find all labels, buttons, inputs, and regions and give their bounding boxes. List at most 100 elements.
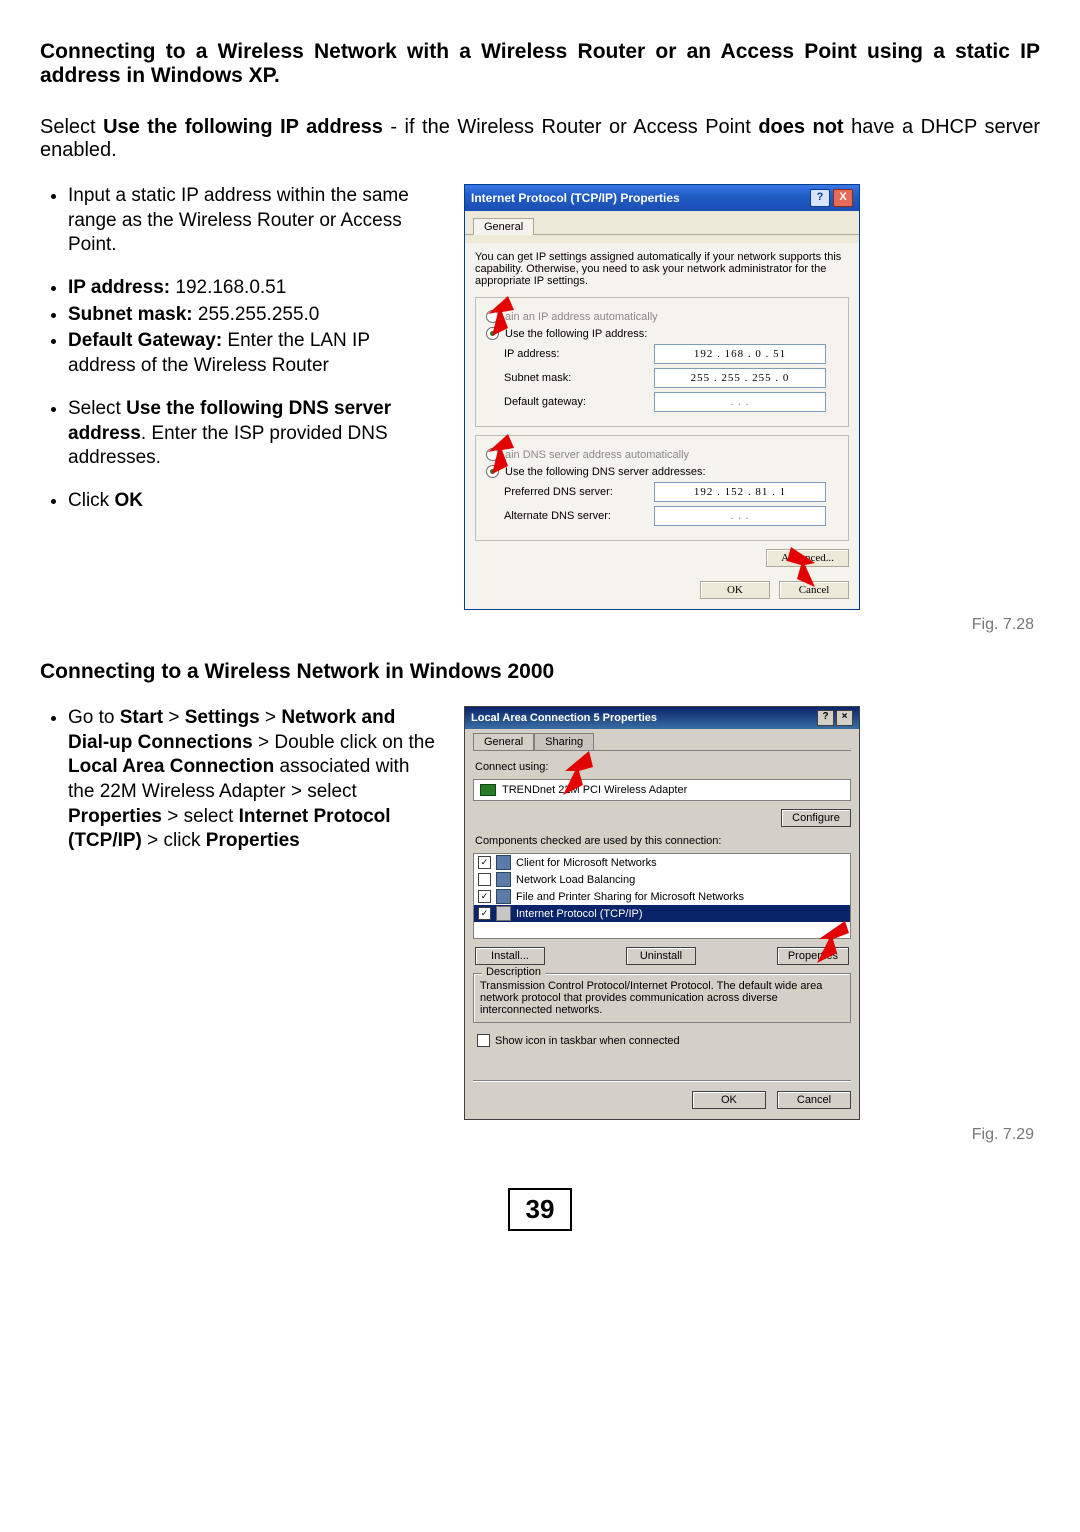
section-heading-2: Connecting to a Wireless Network in Wind… xyxy=(40,660,1040,684)
tab-sharing[interactable]: Sharing xyxy=(534,733,594,750)
dns-pre: Select xyxy=(68,398,126,419)
preferred-dns-label: Preferred DNS server: xyxy=(504,486,654,498)
dialog-title: Local Area Connection 5 Properties xyxy=(471,712,657,724)
tab-general[interactable]: General xyxy=(473,733,534,750)
cancel-button[interactable]: Cancel xyxy=(777,1091,851,1109)
ok-b: OK xyxy=(114,490,143,511)
radio-use-dns-label: Use the following DNS server addresses: xyxy=(505,466,706,478)
bullet-dns: Select Use the following DNS server addr… xyxy=(68,397,440,471)
service-icon xyxy=(496,872,511,887)
list-item[interactable]: File and Printer Sharing for Microsoft N… xyxy=(474,888,850,905)
help-icon[interactable]: ? xyxy=(817,710,834,726)
alternate-dns-input[interactable]: . . . xyxy=(654,506,826,526)
description-text: Transmission Control Protocol/Internet P… xyxy=(480,980,844,1016)
figure-caption-728: Fig. 7.28 xyxy=(464,616,1034,634)
default-gateway-label: Default gateway: xyxy=(504,396,654,408)
ip-label: IP address: xyxy=(68,277,170,298)
t: Start xyxy=(120,707,163,728)
close-icon[interactable]: × xyxy=(836,710,853,726)
dialog-titlebar: Local Area Connection 5 Properties ? × xyxy=(465,707,859,729)
adapter-box: TRENDnet 22M PCI Wireless Adapter xyxy=(473,779,851,801)
list-item-label: Client for Microsoft Networks xyxy=(516,857,657,869)
alternate-dns-label: Alternate DNS server: xyxy=(504,510,654,522)
ip-address-input[interactable]: 192 . 168 . 0 . 51 xyxy=(654,344,826,364)
bullet-click-ok: Click OK xyxy=(68,489,440,514)
page-number: 39 xyxy=(40,1188,1040,1231)
show-icon-checkbox[interactable] xyxy=(477,1034,490,1047)
uninstall-button[interactable]: Uninstall xyxy=(626,947,696,965)
annotation-arrow-icon xyxy=(785,545,819,589)
list-item[interactable]: Network Load Balancing xyxy=(474,871,850,888)
intro-mid: - if the Wireless Router or Access Point xyxy=(383,116,758,138)
bullet-static-ip: Input a static IP address within the sam… xyxy=(68,184,440,258)
annotation-arrow-icon xyxy=(559,749,595,797)
radio-obtain-dns-label: ain DNS server address automatically xyxy=(505,449,689,461)
figure-caption-729: Fig. 7.29 xyxy=(464,1126,1034,1144)
bullet-ip-settings: IP address: 192.168.0.51 Subnet mask: 25… xyxy=(40,276,440,379)
configure-button[interactable]: Configure xyxy=(781,809,851,827)
components-label: Components checked are used by this conn… xyxy=(475,835,851,847)
tcpip-properties-dialog: Internet Protocol (TCP/IP) Properties ? … xyxy=(464,184,860,610)
close-icon[interactable]: X xyxy=(833,189,853,207)
list-item-label: File and Printer Sharing for Microsoft N… xyxy=(516,891,744,903)
ip-address-label: IP address: xyxy=(504,348,654,360)
t: > click xyxy=(142,830,206,851)
tab-general[interactable]: General xyxy=(473,218,534,235)
t: Properties xyxy=(206,830,300,851)
annotation-arrow-icon xyxy=(486,292,516,338)
ok-pre: Click xyxy=(68,490,114,511)
dialog-title: Internet Protocol (TCP/IP) Properties xyxy=(471,191,680,205)
help-icon[interactable]: ? xyxy=(810,189,830,207)
checkbox-icon[interactable] xyxy=(478,907,491,920)
instructions-list-1: Input a static IP address within the sam… xyxy=(40,184,440,514)
checkbox-icon[interactable] xyxy=(478,873,491,886)
preferred-dns-input[interactable]: 192 . 152 . 81 . 1 xyxy=(654,482,826,502)
list-item[interactable]: Client for Microsoft Networks xyxy=(474,854,850,871)
t: Local Area Connection xyxy=(68,756,274,777)
radio-use-ip-label: Use the following IP address: xyxy=(505,328,647,340)
sm-label: Subnet mask: xyxy=(68,304,193,325)
annotation-arrow-icon xyxy=(486,430,516,476)
t: > Double click on the xyxy=(253,732,435,753)
t: Properties xyxy=(68,806,162,827)
default-gateway-input[interactable]: . . . xyxy=(654,392,826,412)
install-button[interactable]: Install... xyxy=(475,947,545,965)
intro-b1: Use the following IP address xyxy=(103,116,383,138)
description-legend: Description xyxy=(482,966,545,978)
t: Go to xyxy=(68,707,120,728)
nic-icon xyxy=(480,784,496,796)
connect-using-label: Connect using: xyxy=(475,761,851,773)
help-text: You can get IP settings assigned automat… xyxy=(475,251,849,287)
list-item-label: Network Load Balancing xyxy=(516,874,635,886)
intro-paragraph: Select Use the following IP address - if… xyxy=(40,116,1040,162)
gw-label: Default Gateway: xyxy=(68,330,222,351)
checkbox-icon[interactable] xyxy=(478,856,491,869)
subnet-mask-input[interactable]: 255 . 255 . 255 . 0 xyxy=(654,368,826,388)
protocol-icon xyxy=(496,906,511,921)
list-item[interactable]: Internet Protocol (TCP/IP) xyxy=(474,905,850,922)
intro-b2: does not xyxy=(758,116,843,138)
ok-button[interactable]: OK xyxy=(700,581,770,599)
page-number-value: 39 xyxy=(508,1188,573,1231)
ip-settings-frame: ain an IP address automatically Use the … xyxy=(475,297,849,427)
t: > select xyxy=(162,806,239,827)
dns-settings-frame: ain DNS server address automatically Use… xyxy=(475,435,849,541)
annotation-arrow-icon xyxy=(815,919,851,965)
sm-val: 255.255.255.0 xyxy=(193,304,320,325)
list-item-label: Internet Protocol (TCP/IP) xyxy=(516,908,643,920)
checkbox-icon[interactable] xyxy=(478,890,491,903)
client-icon xyxy=(496,855,511,870)
show-icon-label: Show icon in taskbar when connected xyxy=(495,1035,680,1047)
t: Settings xyxy=(185,707,260,728)
service-icon xyxy=(496,889,511,904)
instructions-list-2: Go to Start > Settings > Network and Dia… xyxy=(40,706,440,854)
ok-button[interactable]: OK xyxy=(692,1091,766,1109)
bullet-w2k-steps: Go to Start > Settings > Network and Dia… xyxy=(68,706,440,854)
description-frame: Description Transmission Control Protoco… xyxy=(473,973,851,1023)
section-heading-1: Connecting to a Wireless Network with a … xyxy=(40,40,1040,88)
lan-properties-dialog: Local Area Connection 5 Properties ? × G… xyxy=(464,706,860,1120)
ip-val: 192.168.0.51 xyxy=(170,277,286,298)
t: > xyxy=(260,707,282,728)
components-list[interactable]: Client for Microsoft Networks Network Lo… xyxy=(473,853,851,939)
dialog-titlebar: Internet Protocol (TCP/IP) Properties ? … xyxy=(465,185,859,211)
